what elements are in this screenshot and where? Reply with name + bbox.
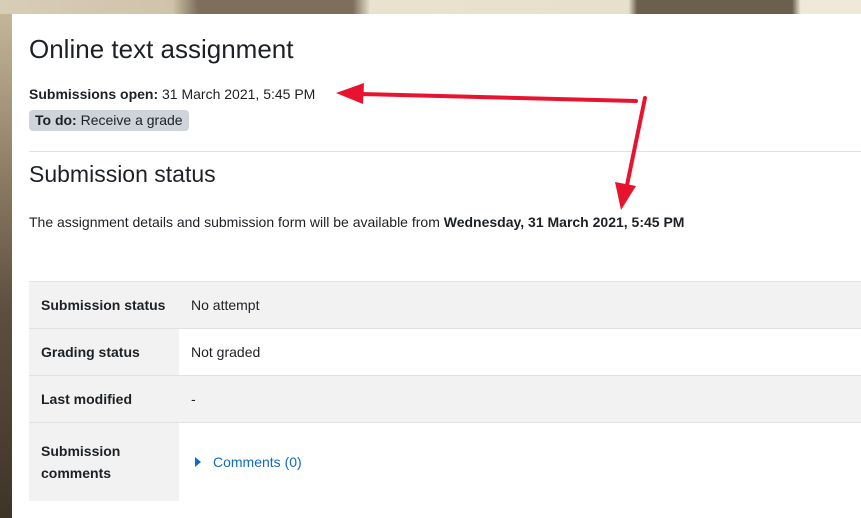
row-value: Comments (0) [179,422,861,501]
row-value: - [191,391,196,407]
submissions-open-line: Submissions open: 31 March 2021, 5:45 PM [29,86,315,102]
availability-notice: The assignment details and submission fo… [29,214,684,230]
background-left [0,0,12,518]
caret-right-icon [195,456,201,467]
submission-status-heading: Submission status [29,161,216,187]
availability-text: The assignment details and submission fo… [29,214,444,230]
assignment-card: Online text assignment Submissions open:… [12,14,861,518]
row-label: Grading status [29,328,179,376]
todo-label: To do: [35,112,77,128]
availability-date: Wednesday, 31 March 2021, 5:45 PM [443,214,685,230]
submission-status-table: Submission status No attempt Grading sta… [29,281,861,501]
page-title: Online text assignment [29,34,294,64]
row-label: Submission comments [29,422,179,501]
comments-link-label: Comments (0) [213,453,302,470]
submissions-open-label: Submissions open: [29,86,159,102]
todo-badge: To do: Receive a grade [29,110,189,131]
submissions-open-value: 31 March 2021, 5:45 PM [162,86,316,102]
table-row: Submission comments Comments (0) [29,422,861,501]
row-value: Not graded [179,328,861,376]
section-divider [29,151,861,152]
table-row: Last modified - [29,375,861,423]
table-row: Submission status No attempt [29,281,861,329]
table-row: Grading status Not graded [29,328,861,376]
row-value: No attempt [191,297,260,313]
row-label: Submission status [29,281,179,329]
comments-toggle-link[interactable]: Comments (0) [191,454,302,470]
row-label: Last modified [29,375,179,423]
todo-value: Receive a grade [80,112,183,128]
background-top [0,0,861,14]
